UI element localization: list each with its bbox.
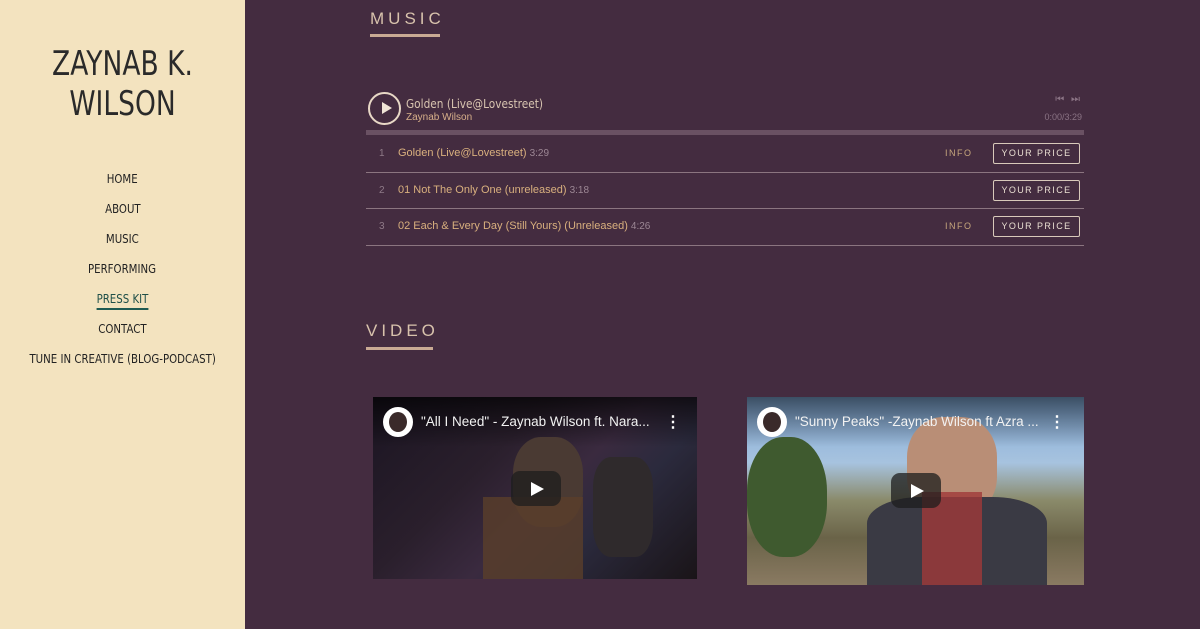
video-title[interactable]: "All I Need" - Zaynab Wilson ft. Nara... — [421, 414, 650, 429]
track-row[interactable]: 3 02 Each & Every Day (Still Yours) (Unr… — [366, 209, 1084, 246]
channel-avatar[interactable] — [383, 407, 413, 437]
track-list: 1 Golden (Live@Lovestreet) 3:29 INFO YOUR… — [366, 136, 1084, 246]
track-info-link[interactable]: INFO — [945, 148, 973, 158]
track-row[interactable]: 2 01 Not The Only One (unreleased) 3:18 Y… — [366, 173, 1084, 209]
sidebar: ZAYNAB K. WILSON HOME ABOUT MUSIC PERFOR… — [0, 0, 245, 629]
track-title[interactable]: Golden (Live@Lovestreet) 3:29 — [398, 147, 549, 159]
track-duration: 3:29 — [529, 148, 550, 159]
video-thumbnail-figure — [593, 457, 653, 557]
now-playing-artist: Zaynab Wilson — [406, 112, 473, 123]
track-title-text: 01 Not The Only One (unreleased) — [398, 183, 567, 196]
your-price-button[interactable]: YOUR PRICE — [993, 179, 1080, 201]
playback-time: 0:00/3:29 — [1044, 112, 1082, 122]
nav-item-about: ABOUT — [0, 200, 245, 230]
play-button[interactable] — [368, 92, 401, 125]
site-title-line-1: ZAYNAB K. — [52, 44, 193, 84]
nav-link-home[interactable]: HOME — [107, 170, 138, 186]
progress-bar[interactable] — [366, 130, 1084, 135]
track-title-text: 02 Each & Every Day (Still Yours) (Unrel… — [398, 220, 628, 232]
video-thumbnail-tree — [747, 437, 827, 557]
track-title-text: Golden (Live@Lovestreet) — [398, 147, 527, 159]
nav-link-contact[interactable]: CONTACT — [98, 320, 146, 336]
more-options-icon[interactable]: ⋮ — [665, 412, 681, 432]
video-embed-1[interactable]: "All I Need" - Zaynab Wilson ft. Nara...… — [373, 397, 697, 579]
track-number: 3 — [379, 221, 385, 232]
more-options-icon[interactable]: ⋮ — [1049, 412, 1065, 432]
track-duration: 3:18 — [569, 184, 590, 196]
nav-item-music: MUSIC — [0, 230, 245, 260]
video-heading: VIDEO — [366, 321, 439, 340]
track-title[interactable]: 02 Each & Every Day (Still Yours) (Unrel… — [398, 220, 650, 232]
nav-link-tune-in-creative[interactable]: TUNE IN CREATIVE (BLOG-PODCAST) — [29, 350, 215, 366]
nav-item-contact: CONTACT — [0, 320, 245, 350]
track-title[interactable]: 01 Not The Only One (unreleased) 3:18 — [398, 184, 589, 196]
track-info-link[interactable]: INFO — [945, 221, 973, 231]
site-title-line-2: WILSON — [69, 84, 176, 124]
track-row[interactable]: 1 Golden (Live@Lovestreet) 3:29 INFO YOUR… — [366, 136, 1084, 173]
video-heading-underline — [366, 347, 433, 350]
track-number: 2 — [379, 184, 385, 196]
video-play-button[interactable] — [511, 471, 561, 506]
main-nav: HOME ABOUT MUSIC PERFORMING PRESS KIT CO… — [0, 170, 245, 380]
your-price-button[interactable]: YOUR PRICE — [993, 143, 1080, 164]
track-duration: 4:26 — [630, 221, 651, 232]
nav-item-press-kit: PRESS KIT — [0, 290, 245, 320]
channel-avatar[interactable] — [757, 407, 787, 437]
nav-link-music[interactable]: MUSIC — [106, 230, 139, 246]
video-embed-2[interactable]: "Sunny Peaks" -Zaynab Wilson ft Azra ...… — [747, 397, 1084, 585]
nav-link-press-kit[interactable]: PRESS KIT — [96, 290, 149, 310]
music-heading: MUSIC — [370, 9, 445, 28]
skip-controls-icon[interactable]: ⏮ ⏭ — [1055, 94, 1082, 105]
video-thumbnail-shape — [483, 497, 583, 579]
music-heading-underline — [370, 34, 440, 37]
site-title[interactable]: ZAYNAB K. WILSON — [27, 44, 218, 124]
track-number: 1 — [379, 148, 385, 159]
nav-item-performing: PERFORMING — [0, 260, 245, 290]
nav-item-tune-in-creative: TUNE IN CREATIVE (BLOG-PODCAST) — [0, 350, 245, 380]
now-playing-title: Golden (Live@Lovestreet) — [406, 97, 543, 111]
nav-link-about[interactable]: ABOUT — [105, 200, 141, 216]
your-price-button[interactable]: YOUR PRICE — [993, 216, 1080, 237]
video-play-button[interactable] — [891, 473, 941, 508]
video-title[interactable]: "Sunny Peaks" -Zaynab Wilson ft Azra ... — [795, 414, 1039, 429]
nav-link-performing[interactable]: PERFORMING — [88, 260, 156, 276]
nav-item-home: HOME — [0, 170, 245, 200]
